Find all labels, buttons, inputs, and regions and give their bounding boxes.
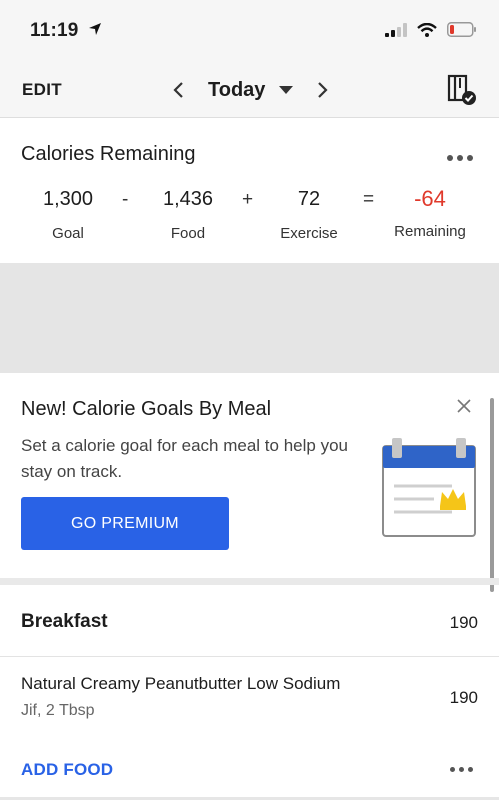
close-icon[interactable] xyxy=(457,399,471,418)
meal-calories: 190 xyxy=(449,613,478,632)
food-entry-name: Natural Creamy Peanutbutter Low Sodium xyxy=(21,674,341,693)
nav-bar: EDIT Today xyxy=(0,62,499,118)
food-entry-detail: Jif, 2 Tbsp xyxy=(21,702,95,719)
remaining-column: -64 Remaining xyxy=(390,186,470,241)
promo-text: Set a calorie goal for each meal to help… xyxy=(21,436,348,481)
minus-operator: - xyxy=(122,189,129,210)
food-column: 1,436 Food xyxy=(158,187,218,242)
calories-remaining-card: Calories Remaining 1,300 Goal - 1,436 Fo… xyxy=(0,119,499,263)
goal-label: Goal xyxy=(52,225,84,242)
dot xyxy=(447,155,453,161)
calories-remaining-title: Calories Remaining xyxy=(21,143,196,165)
go-premium-button[interactable]: GO PREMIUM xyxy=(21,497,229,550)
calendar-crown-icon xyxy=(382,436,476,543)
section-divider xyxy=(0,578,499,585)
premium-promo-card: New! Calorie Goals By Meal Set a calorie… xyxy=(0,373,499,592)
add-food-button[interactable]: ADD FOOD xyxy=(21,760,113,780)
exercise-column: 72 Exercise xyxy=(272,187,346,242)
food-entry-row[interactable]: Natural Creamy Peanutbutter Low Sodium J… xyxy=(0,657,499,737)
remaining-label: Remaining xyxy=(394,223,466,240)
location-arrow-icon xyxy=(88,20,102,42)
meal-more-options-icon[interactable] xyxy=(450,767,473,772)
remaining-value: -64 xyxy=(414,186,446,211)
more-options-icon[interactable] xyxy=(447,155,473,161)
date-selector: Today xyxy=(170,74,331,106)
caret-down-icon[interactable] xyxy=(279,86,294,94)
status-icons xyxy=(385,22,477,42)
chevron-right-icon[interactable] xyxy=(315,80,331,100)
dot xyxy=(468,767,473,772)
battery-icon xyxy=(447,22,477,42)
goal-column: 1,300 Goal xyxy=(38,187,98,242)
meal-header-breakfast[interactable]: Breakfast 190 xyxy=(0,585,499,657)
ad-placeholder xyxy=(0,263,499,373)
edit-button[interactable]: EDIT xyxy=(22,80,62,100)
food-entry-calories: 190 xyxy=(449,688,478,707)
status-time: 11:19 xyxy=(30,20,102,42)
equals-operator: = xyxy=(363,189,375,210)
wifi-icon xyxy=(417,22,437,42)
goal-value: 1,300 xyxy=(42,188,94,210)
signal-icon xyxy=(385,22,407,42)
exercise-label: Exercise xyxy=(280,225,338,242)
diary-complete-icon[interactable] xyxy=(447,74,477,111)
food-label: Food xyxy=(170,225,206,242)
date-label[interactable]: Today xyxy=(208,79,265,102)
status-time-text: 11:19 xyxy=(30,20,79,42)
dot xyxy=(450,767,455,772)
meal-name: Breakfast xyxy=(21,611,108,632)
status-bar: 11:19 xyxy=(0,0,499,62)
scrollbar[interactable] xyxy=(490,398,494,592)
food-value: 1,436 xyxy=(162,188,214,210)
exercise-value: 72 xyxy=(297,188,321,210)
dot xyxy=(459,767,464,772)
promo-title: New! Calorie Goals By Meal xyxy=(21,398,272,420)
dot xyxy=(457,155,463,161)
dot xyxy=(467,155,473,161)
plus-operator: + xyxy=(242,189,254,210)
chevron-left-icon[interactable] xyxy=(170,80,186,100)
